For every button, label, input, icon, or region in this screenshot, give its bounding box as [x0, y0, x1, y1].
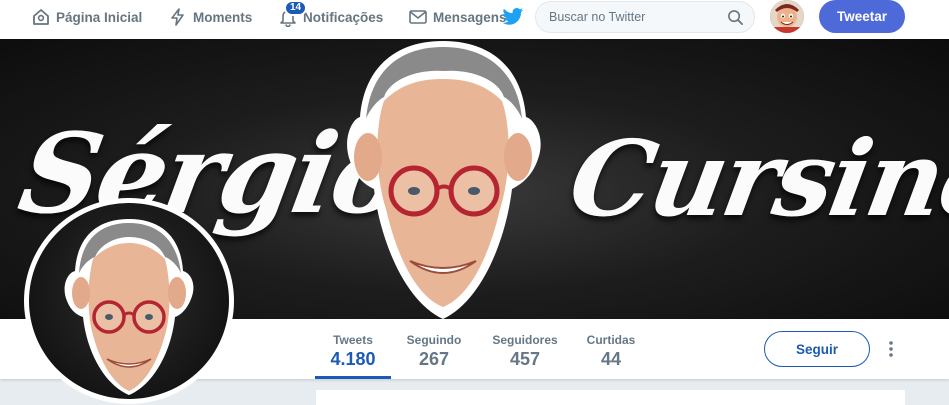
stat-tweets-label: Tweets — [333, 333, 373, 347]
top-navigation-bar: Página Inicial Moments Notificações 14 M… — [0, 0, 949, 39]
account-avatar[interactable] — [770, 0, 804, 33]
notifications-count-badge: 14 — [284, 0, 308, 16]
stat-likes-value: 44 — [600, 349, 622, 369]
stat-followers[interactable]: Seguidores 457 — [482, 319, 568, 379]
profile-avatar-frame — [29, 203, 229, 399]
search-icon[interactable] — [727, 9, 744, 26]
search-box — [535, 1, 755, 33]
stat-tweets[interactable]: Tweets 4.180 — [315, 319, 391, 379]
stat-likes[interactable]: Curtidas 44 — [578, 319, 644, 379]
banner-name-last: Cursino — [561, 117, 949, 240]
envelope-icon — [409, 10, 427, 24]
search-input[interactable] — [536, 10, 716, 24]
stat-following-value: 267 — [418, 349, 450, 369]
follow-button[interactable]: Seguir — [764, 331, 870, 367]
nav-moments-label: Moments — [193, 9, 253, 25]
nav-messages-label: Mensagens — [433, 9, 507, 25]
home-icon — [33, 9, 49, 25]
stat-following[interactable]: Seguindo 267 — [398, 319, 470, 379]
stat-followers-label: Seguidores — [492, 333, 558, 347]
stat-likes-label: Curtidas — [586, 333, 636, 347]
nav-home[interactable]: Página Inicial — [31, 0, 142, 34]
stat-following-label: Seguindo — [406, 333, 462, 347]
nav-messages[interactable]: Mensagens — [408, 0, 507, 34]
banner-portrait-image — [347, 41, 541, 319]
profile-avatar[interactable] — [24, 198, 234, 404]
nav-notifications-label: Notificações — [303, 9, 384, 25]
lightning-icon — [171, 8, 184, 26]
tweet-button[interactable]: Tweetar — [819, 0, 905, 33]
twitter-bird-icon[interactable] — [502, 7, 524, 27]
profile-avatar-image — [64, 219, 194, 395]
stat-followers-value: 457 — [509, 349, 541, 369]
nav-moments[interactable]: Moments — [168, 0, 252, 34]
more-options-icon[interactable] — [884, 339, 898, 359]
cartoon-avatar-image — [770, 0, 804, 33]
nav-home-label: Página Inicial — [56, 9, 143, 25]
timeline-card — [316, 390, 905, 405]
stat-tweets-value: 4.180 — [330, 349, 376, 369]
